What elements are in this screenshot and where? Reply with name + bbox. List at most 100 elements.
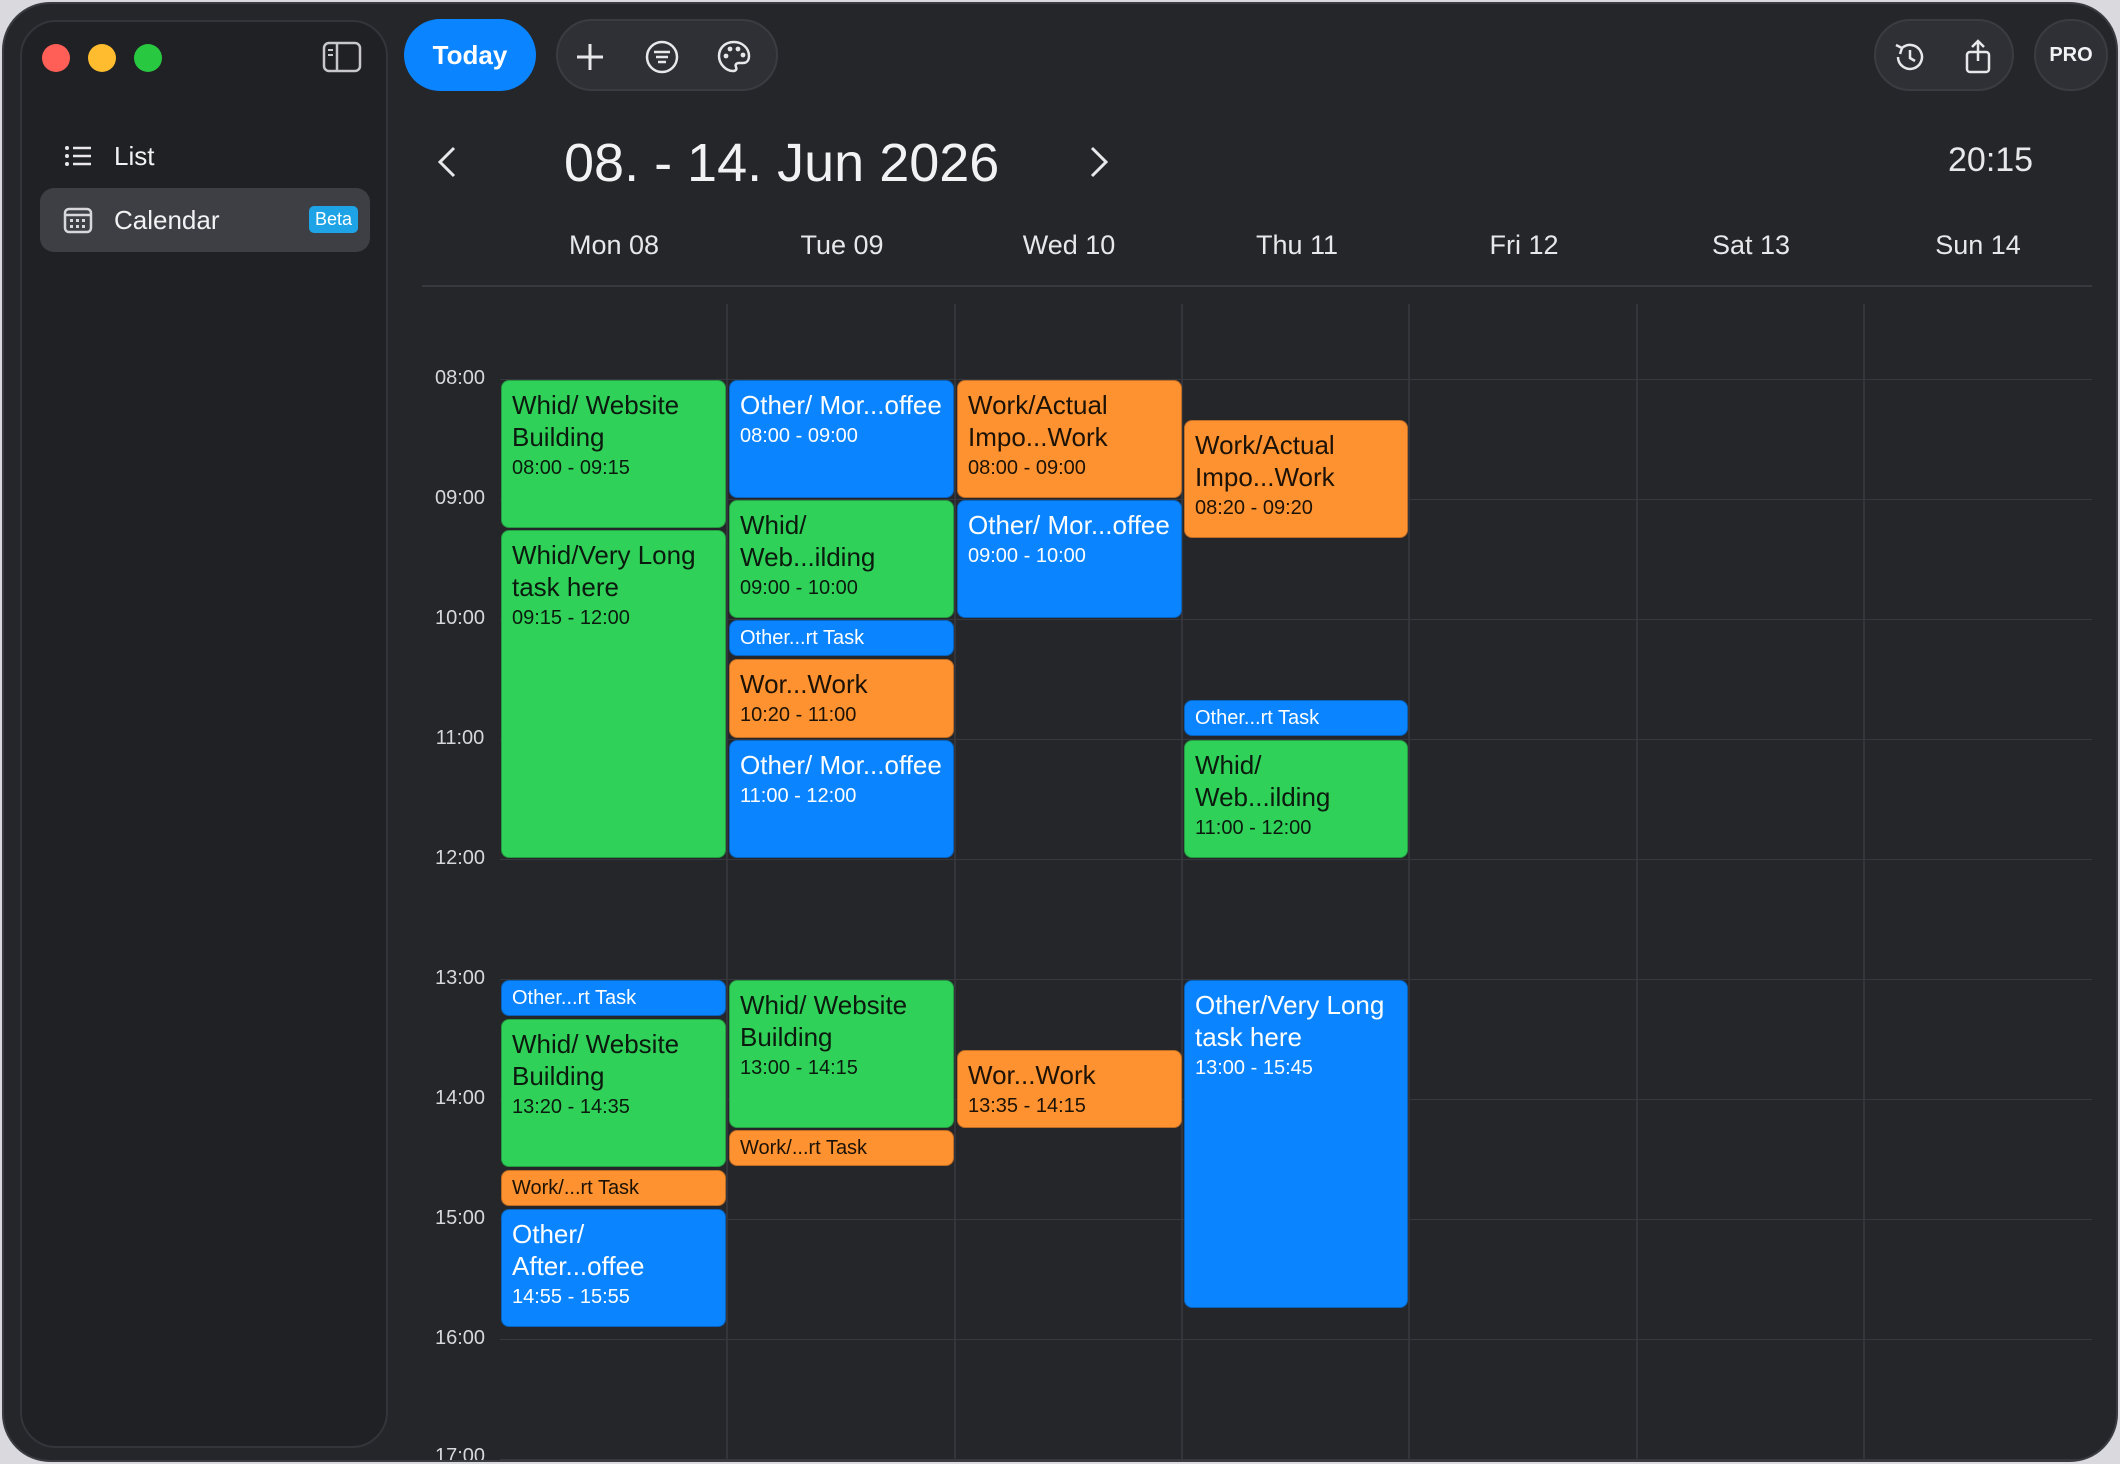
event-title: Wor...Work bbox=[740, 669, 868, 699]
palette-icon[interactable] bbox=[716, 39, 752, 75]
hour-label: 09:00 bbox=[434, 487, 486, 509]
day-divider bbox=[1863, 304, 1865, 1460]
day-header-thu[interactable]: Thu 11 bbox=[1183, 230, 1411, 261]
zoom-window-button[interactable] bbox=[134, 44, 162, 72]
calendar-event[interactable]: Work/Actual Impo...Work 08:00 - 09:00 bbox=[957, 380, 1182, 498]
day-header-tue[interactable]: Tue 09 bbox=[728, 230, 956, 261]
hour-line bbox=[500, 1459, 2092, 1460]
event-title: Whid/ Web...ilding bbox=[740, 510, 876, 572]
minimize-window-button[interactable] bbox=[88, 44, 116, 72]
event-title: Other/ Mor...offee bbox=[968, 510, 1170, 540]
sync-share-toolbar bbox=[1874, 19, 2014, 91]
event-title: Other...rt Task bbox=[512, 987, 637, 1009]
list-icon bbox=[65, 146, 91, 166]
day-header-sun[interactable]: Sun 14 bbox=[1864, 230, 2092, 261]
hour-label: 08:00 bbox=[434, 367, 486, 389]
hour-label: 16:00 bbox=[434, 1327, 486, 1349]
day-header-mon[interactable]: Mon 08 bbox=[500, 230, 728, 261]
hour-line bbox=[500, 1339, 2092, 1340]
event-time: 11:00 - 12:00 bbox=[1195, 817, 1312, 839]
event-title: Other/ Mor...offee bbox=[740, 750, 942, 780]
event-title: Whid/ Website Building bbox=[740, 990, 908, 1052]
event-time: 13:00 - 15:45 bbox=[1195, 1057, 1313, 1079]
event-title: Work/...rt Task bbox=[740, 1137, 868, 1159]
event-time: 08:00 - 09:00 bbox=[740, 425, 858, 447]
hour-line bbox=[500, 859, 2092, 860]
event-title: Whid/ Web...ilding bbox=[1195, 750, 1331, 812]
week-range-title: 08. - 14. Jun 2026 bbox=[564, 133, 1000, 193]
day-header-wed[interactable]: Wed 10 bbox=[955, 230, 1183, 261]
calendar-event[interactable]: Wor...Work 10:20 - 11:00 bbox=[729, 659, 954, 738]
event-time: 11:00 - 12:00 bbox=[740, 785, 857, 807]
calendar-event[interactable]: Other/ Mor...offee 11:00 - 12:00 bbox=[729, 740, 954, 858]
day-header-fri[interactable]: Fri 12 bbox=[1410, 230, 1638, 261]
hour-label: 12:00 bbox=[434, 847, 486, 869]
sidebar-item-label: Calendar bbox=[114, 204, 220, 235]
hour-label: 14:00 bbox=[434, 1087, 486, 1109]
sidebar-item-label: List bbox=[114, 140, 155, 171]
calendar-event[interactable]: Whid/ Website Building 13:00 - 14:15 bbox=[729, 980, 954, 1128]
pro-button[interactable]: PRO bbox=[2034, 19, 2108, 91]
calendar-event[interactable]: Other...rt Task bbox=[501, 980, 726, 1016]
header-divider bbox=[422, 285, 2092, 287]
sidebar-toggle-icon[interactable] bbox=[322, 40, 362, 74]
hour-label: 15:00 bbox=[434, 1207, 486, 1229]
event-time: 13:20 - 14:35 bbox=[512, 1096, 630, 1118]
calendar-event[interactable]: Other/ After...offee 14:55 - 15:55 bbox=[501, 1209, 726, 1327]
event-title: Other/ After...offee bbox=[512, 1219, 645, 1281]
calendar-event[interactable]: Whid/ Website Building 08:00 - 09:15 bbox=[501, 380, 726, 528]
event-title: Whid/ Website Building bbox=[512, 1029, 680, 1091]
next-week-chevron-icon[interactable] bbox=[1084, 142, 1114, 182]
sidebar-item-calendar[interactable]: Calendar Beta bbox=[40, 188, 370, 252]
today-button[interactable]: Today bbox=[404, 19, 536, 91]
calendar-event[interactable]: Other/ Mor...offee 08:00 - 09:00 bbox=[729, 380, 954, 498]
day-divider bbox=[726, 304, 728, 1460]
event-time: 13:00 - 14:15 bbox=[740, 1057, 858, 1079]
event-time: 14:55 - 15:55 bbox=[512, 1286, 630, 1308]
event-title: Work/...rt Task bbox=[512, 1177, 640, 1199]
plus-icon[interactable] bbox=[572, 39, 608, 75]
sidebar: List Calendar Beta bbox=[20, 20, 388, 1448]
calendar-event[interactable]: Wor...Work 13:35 - 14:15 bbox=[957, 1050, 1182, 1128]
hour-label: 11:00 bbox=[435, 727, 485, 749]
calendar-event[interactable]: Whid/Very Long task here 09:15 - 12:00 bbox=[501, 530, 726, 858]
day-divider bbox=[1408, 304, 1410, 1460]
app-window: List Calendar Beta Today PRO 08. - 14. J… bbox=[2, 2, 2118, 1462]
current-time: 20:15 bbox=[1948, 141, 2034, 179]
event-title: Wor...Work bbox=[968, 1060, 1096, 1090]
beta-badge: Beta bbox=[308, 206, 358, 233]
filter-icon[interactable] bbox=[644, 39, 680, 75]
calendar-event[interactable]: Whid/ Web...ilding 11:00 - 12:00 bbox=[1184, 740, 1408, 858]
event-title: Whid/Very Long task here bbox=[512, 540, 696, 602]
history-icon[interactable] bbox=[1892, 39, 1928, 75]
calendar-icon bbox=[63, 207, 93, 234]
calendar-event[interactable]: Work/Actual Impo...Work 08:20 - 09:20 bbox=[1184, 420, 1408, 538]
event-time: 13:35 - 14:15 bbox=[968, 1095, 1086, 1117]
action-toolbar bbox=[556, 19, 778, 91]
event-title: Work/Actual Impo...Work bbox=[1195, 430, 1335, 492]
event-time: 08:00 - 09:00 bbox=[968, 457, 1086, 479]
event-title: Other...rt Task bbox=[740, 627, 865, 649]
calendar-event[interactable]: Other/ Mor...offee 09:00 - 10:00 bbox=[957, 500, 1182, 618]
calendar-event[interactable]: Other/Very Long task here 13:00 - 15:45 bbox=[1184, 980, 1408, 1308]
calendar-event[interactable]: Other...rt Task bbox=[1184, 700, 1408, 736]
previous-week-chevron-icon[interactable] bbox=[432, 142, 462, 182]
close-window-button[interactable] bbox=[42, 44, 70, 72]
event-time: 09:15 - 12:00 bbox=[512, 607, 630, 629]
day-divider bbox=[1636, 304, 1638, 1460]
hour-label: 13:00 bbox=[434, 967, 486, 989]
calendar-event[interactable]: Work/...rt Task bbox=[729, 1130, 954, 1166]
hour-label: 17:00 bbox=[434, 1445, 486, 1462]
calendar-event[interactable]: Work/...rt Task bbox=[501, 1170, 726, 1206]
hour-label: 10:00 bbox=[434, 607, 486, 629]
calendar-event[interactable]: Whid/ Website Building 13:20 - 14:35 bbox=[501, 1019, 726, 1167]
day-divider bbox=[954, 304, 956, 1460]
share-icon[interactable] bbox=[1960, 39, 1996, 75]
sidebar-item-list[interactable]: List bbox=[40, 124, 370, 188]
event-time: 09:00 - 10:00 bbox=[740, 577, 858, 599]
calendar-event[interactable]: Whid/ Web...ilding 09:00 - 10:00 bbox=[729, 500, 954, 618]
event-time: 09:00 - 10:00 bbox=[968, 545, 1086, 567]
day-header-sat[interactable]: Sat 13 bbox=[1637, 230, 1865, 261]
event-time: 08:20 - 09:20 bbox=[1195, 497, 1313, 519]
calendar-event[interactable]: Other...rt Task bbox=[729, 620, 954, 656]
